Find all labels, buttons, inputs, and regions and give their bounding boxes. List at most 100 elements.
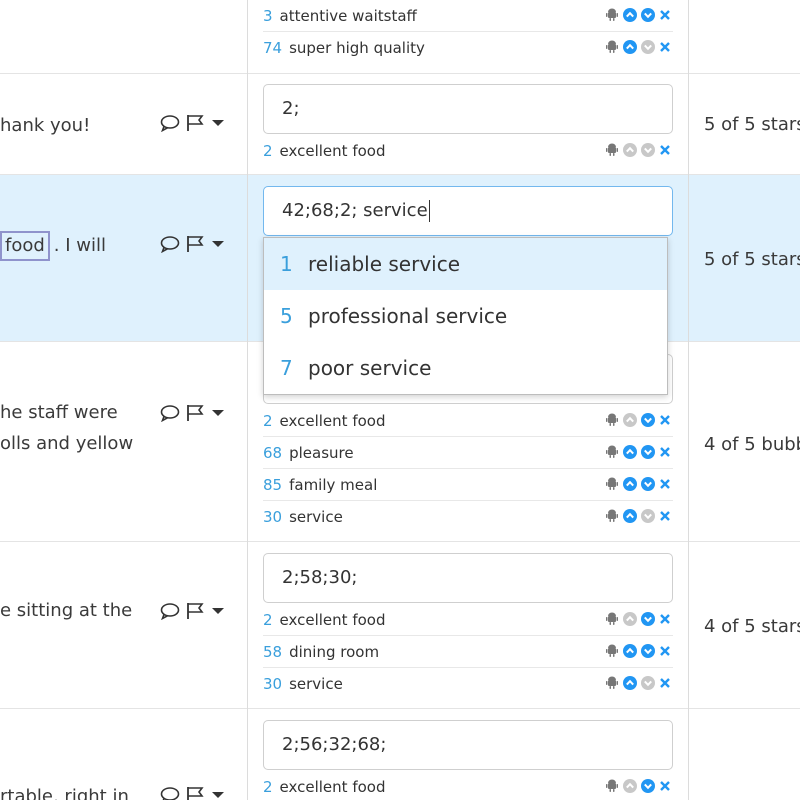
android-icon[interactable]	[605, 644, 619, 658]
tag-number: 74	[263, 39, 283, 57]
code-input-value: 42;68;2; service	[282, 200, 428, 221]
flag-icon[interactable]	[186, 114, 206, 132]
android-icon[interactable]	[605, 413, 619, 427]
down-icon[interactable]	[641, 509, 655, 523]
comment-icon[interactable]	[160, 404, 180, 422]
flag-icon[interactable]	[186, 404, 206, 422]
down-icon[interactable]	[641, 8, 655, 22]
down-icon[interactable]	[641, 779, 655, 793]
up-icon[interactable]	[623, 676, 637, 690]
tag-controls	[605, 413, 671, 427]
row-actions	[160, 602, 224, 620]
android-icon[interactable]	[605, 143, 619, 157]
caret-down-icon[interactable]	[212, 240, 224, 248]
code-input[interactable]: 2;56;32;68;	[263, 720, 673, 770]
down-icon[interactable]	[641, 644, 655, 658]
close-icon[interactable]	[659, 478, 671, 490]
caret-down-icon[interactable]	[212, 409, 224, 417]
caret-down-icon[interactable]	[212, 791, 224, 799]
close-icon[interactable]	[659, 144, 671, 156]
android-icon[interactable]	[605, 509, 619, 523]
android-icon[interactable]	[605, 445, 619, 459]
down-icon[interactable]	[641, 612, 655, 626]
tag-controls	[605, 644, 671, 658]
tag-item: 30 service	[263, 501, 673, 533]
tag-item: 30 service	[263, 668, 673, 700]
row-actions	[160, 235, 224, 253]
review-row-1: hank you! 2; 2 excellent food 5 of 5 sta…	[0, 74, 800, 175]
flag-icon[interactable]	[186, 602, 206, 620]
caret-down-icon[interactable]	[212, 607, 224, 615]
tag-label: super high quality	[289, 39, 425, 57]
up-icon[interactable]	[623, 644, 637, 658]
close-icon[interactable]	[659, 446, 671, 458]
up-icon[interactable]	[623, 445, 637, 459]
close-icon[interactable]	[659, 613, 671, 625]
up-icon[interactable]	[623, 8, 637, 22]
close-icon[interactable]	[659, 9, 671, 21]
down-icon[interactable]	[641, 413, 655, 427]
android-icon[interactable]	[605, 477, 619, 491]
autocomplete-option[interactable]: 5 professional service	[264, 290, 667, 342]
close-icon[interactable]	[659, 414, 671, 426]
review-line: he staff were	[0, 402, 118, 423]
rating-text: 5 of 5 stars	[704, 114, 800, 135]
comment-icon[interactable]	[160, 786, 180, 800]
review-text: hank you!	[0, 110, 150, 141]
review-line: e sitting at the	[0, 600, 133, 621]
tag-item: 74 super high quality	[263, 32, 673, 64]
tag-item: 58 dining room	[263, 636, 673, 668]
review-text: e sitting at the	[0, 595, 150, 626]
option-label: reliable service	[308, 252, 461, 276]
android-icon[interactable]	[605, 612, 619, 626]
autocomplete-option[interactable]: 7 poor service	[264, 342, 667, 394]
code-input[interactable]: 2;58;30;	[263, 553, 673, 603]
down-icon[interactable]	[641, 40, 655, 54]
autocomplete-option[interactable]: 1 reliable service	[264, 238, 667, 290]
code-input[interactable]: 2;	[263, 84, 673, 134]
flag-icon[interactable]	[186, 786, 206, 800]
android-icon[interactable]	[605, 779, 619, 793]
tag-label: pleasure	[289, 443, 354, 462]
code-input[interactable]: 42;68;2; service	[263, 186, 673, 236]
android-icon[interactable]	[605, 40, 619, 54]
tag-controls	[605, 40, 671, 54]
tag-controls	[605, 676, 671, 690]
tag-label: service	[289, 508, 343, 526]
rating-text: 4 of 5 bubb	[704, 434, 800, 455]
up-icon[interactable]	[623, 40, 637, 54]
comment-icon[interactable]	[160, 602, 180, 620]
up-icon[interactable]	[623, 779, 637, 793]
up-icon[interactable]	[623, 509, 637, 523]
down-icon[interactable]	[641, 676, 655, 690]
tag-number: 2	[263, 142, 273, 160]
tag-label: family meal	[289, 475, 378, 494]
down-icon[interactable]	[641, 143, 655, 157]
close-icon[interactable]	[659, 41, 671, 53]
android-icon[interactable]	[605, 676, 619, 690]
up-icon[interactable]	[623, 477, 637, 491]
text-caret	[428, 200, 430, 222]
tag-item: 2 excellent food	[263, 135, 673, 167]
comment-icon[interactable]	[160, 235, 180, 253]
option-label: professional service	[308, 304, 508, 328]
autocomplete-dropdown: 1 reliable service 5 professional servic…	[263, 237, 668, 395]
caret-down-icon[interactable]	[212, 119, 224, 127]
tag-controls	[605, 445, 671, 459]
close-icon[interactable]	[659, 780, 671, 792]
highlighted-word[interactable]: food	[0, 231, 50, 261]
column-divider-left	[247, 0, 248, 800]
down-icon[interactable]	[641, 445, 655, 459]
up-icon[interactable]	[623, 612, 637, 626]
close-icon[interactable]	[659, 677, 671, 689]
up-icon[interactable]	[623, 143, 637, 157]
android-icon[interactable]	[605, 8, 619, 22]
tag-label: excellent food	[279, 411, 386, 430]
close-icon[interactable]	[659, 645, 671, 657]
comment-icon[interactable]	[160, 114, 180, 132]
down-icon[interactable]	[641, 477, 655, 491]
tag-label: excellent food	[279, 142, 386, 160]
close-icon[interactable]	[659, 510, 671, 522]
up-icon[interactable]	[623, 413, 637, 427]
flag-icon[interactable]	[186, 235, 206, 253]
